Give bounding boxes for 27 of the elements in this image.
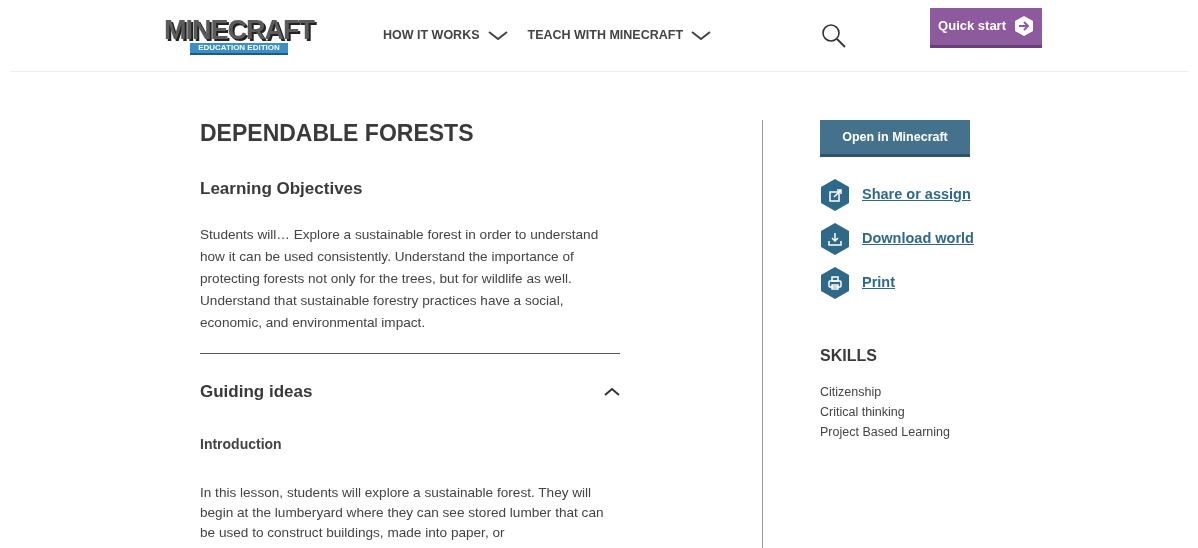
share-icon xyxy=(820,179,850,211)
quick-start-button[interactable]: Quick start xyxy=(930,7,1043,48)
skills-heading: SKILLS xyxy=(820,346,878,366)
download-icon xyxy=(820,223,850,255)
printer-icon xyxy=(820,267,850,299)
action-link[interactable]: Download world xyxy=(862,228,974,250)
skill-item: Citizenship xyxy=(820,384,883,401)
search-icon[interactable] xyxy=(821,22,848,49)
chevron-down-icon xyxy=(487,30,508,41)
action-link[interactable]: Print xyxy=(862,272,896,294)
nav-link[interactable]: HOW IT WORKS xyxy=(383,26,508,45)
nav-link[interactable]: TEACH WITH MINECRAFT xyxy=(527,26,712,45)
chevron-up-icon xyxy=(604,386,620,396)
logo-wordmark[interactable]: MINECRAFT xyxy=(164,16,314,43)
skill-item: Project Based Learning xyxy=(820,424,951,441)
subsection-heading: Introduction xyxy=(200,435,283,454)
skill-item: Critical thinking xyxy=(820,404,906,421)
arrow-icon xyxy=(1014,15,1034,37)
objectives-text: Students will… Explore a sustainable forest in order to understand how it can be used consistently. Understand the importance of protecting forests not only for the trees, but for wildlife as well. Understand that sustainable forestry practices have a social, economic, and environmental impact. xyxy=(200,225,600,332)
open-in-minecraft-button[interactable]: Open in Minecraft xyxy=(820,120,970,157)
accordion-header[interactable]: Guiding ideas xyxy=(200,378,620,404)
chevron-down-icon xyxy=(691,30,712,41)
section-heading: Learning Objectives xyxy=(200,178,364,200)
introduction-text: In this lesson, students will explore a sustainable forest. They will begin at the lumberyard where they can see stored lumber that can be used to construct buildings, made into paper, or xyxy=(200,484,605,542)
lesson-title: DEPENDABLE FORESTS xyxy=(200,119,475,148)
logo-edition-badge: EDUCATION EDITION xyxy=(190,42,288,55)
action-link[interactable]: Share or assign xyxy=(862,184,971,206)
